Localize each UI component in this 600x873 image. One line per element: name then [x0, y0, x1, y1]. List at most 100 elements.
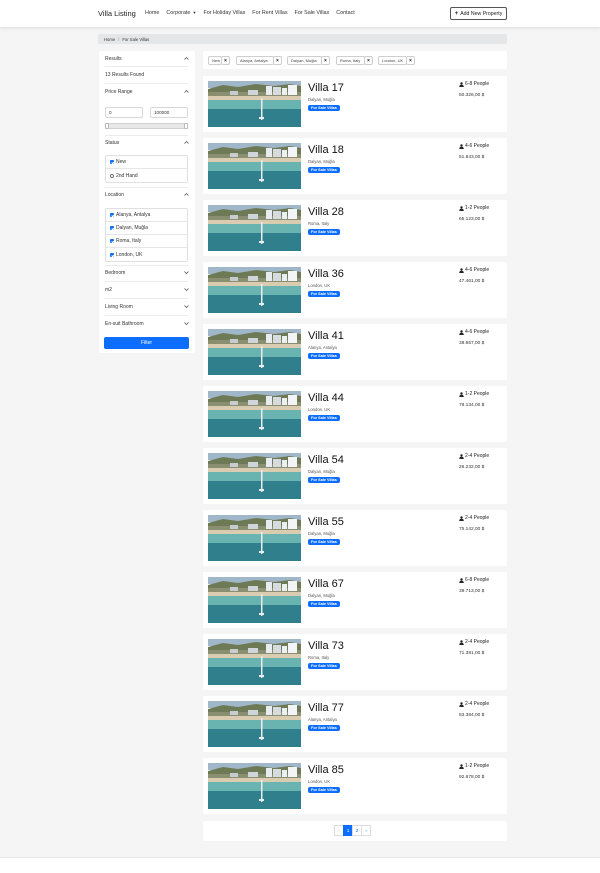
location-option[interactable]: Alanya, Antalya: [106, 209, 187, 222]
nav-home[interactable]: Home: [145, 10, 159, 16]
chevron-up-icon[interactable]: [184, 140, 189, 145]
villa-photo-image: [208, 81, 301, 127]
villa-card[interactable]: Villa 77 Alanya, Antalya For Sale Villas…: [203, 696, 507, 752]
villa-photo[interactable]: [208, 639, 301, 685]
villa-card[interactable]: Villa 54 Dalyan, Muğla For Sale Villas 2…: [203, 448, 507, 504]
chevron-up-icon[interactable]: [184, 192, 189, 197]
villa-card[interactable]: Villa 44 London, UK For Sale Villas 1-2 …: [203, 386, 507, 442]
villa-location: Alanya, Antalya: [308, 717, 337, 722]
villa-title[interactable]: Villa 77: [308, 702, 344, 714]
villa-photo[interactable]: [208, 763, 301, 809]
villa-title[interactable]: Villa 54: [308, 454, 344, 466]
location-option[interactable]: Roma, Italy: [106, 235, 187, 248]
checkbox-checked[interactable]: [110, 226, 114, 230]
chevron-up-icon[interactable]: [184, 56, 189, 61]
villa-title[interactable]: Villa 44: [308, 392, 344, 404]
location-option[interactable]: London, UK: [106, 248, 187, 261]
slider-handle-max[interactable]: [184, 123, 188, 129]
villa-title[interactable]: Villa 41: [308, 330, 344, 342]
checkbox-checked[interactable]: [110, 252, 114, 257]
villa-location: Roma, Italy: [308, 655, 330, 660]
chevron-down-icon[interactable]: [184, 304, 189, 309]
status-option-new[interactable]: New: [106, 156, 187, 169]
villa-title[interactable]: Villa 67: [308, 578, 344, 590]
villa-card[interactable]: Villa 67 Dalyan, Muğla For Sale Villas 6…: [203, 572, 507, 628]
chevron-up-icon[interactable]: [184, 89, 189, 94]
close-icon[interactable]: ×: [273, 56, 282, 65]
person-icon: [459, 453, 464, 459]
villa-photo[interactable]: [208, 515, 301, 561]
villa-title[interactable]: Villa 18: [308, 144, 344, 156]
bedroom-heading[interactable]: Bedroom: [105, 270, 125, 276]
villa-title[interactable]: Villa 28: [308, 206, 344, 218]
close-icon[interactable]: ×: [221, 56, 230, 65]
checkbox-checked[interactable]: [110, 160, 114, 164]
filter-chip: Roma, Italy ×: [336, 56, 373, 65]
villa-card[interactable]: Villa 55 Dalyan, Muğla For Sale Villas 2…: [203, 510, 507, 566]
villa-capacity-label: 4-6 People: [465, 329, 490, 335]
villa-capacity: 6-8 People: [459, 81, 489, 87]
villa-photo[interactable]: [208, 329, 301, 375]
villa-title[interactable]: Villa 55: [308, 516, 344, 528]
footer: [0, 857, 600, 873]
villa-card[interactable]: Villa 73 Roma, Italy For Sale Villas 2-4…: [203, 634, 507, 690]
nav-contact[interactable]: Contact: [336, 10, 355, 16]
nav-corporate[interactable]: Corporate ▼: [166, 10, 196, 16]
villa-photo[interactable]: [208, 701, 301, 747]
villa-photo-image: [208, 329, 301, 375]
villa-card[interactable]: Villa 41 Alanya, Antalya For Sale Villas…: [203, 324, 507, 380]
close-icon[interactable]: ×: [321, 56, 330, 65]
villa-photo[interactable]: [208, 391, 301, 437]
villa-price: 50.326,00 $: [459, 93, 485, 98]
villa-photo[interactable]: [208, 453, 301, 499]
villa-capacity: 4-6 People: [459, 329, 489, 335]
villa-title[interactable]: Villa 36: [308, 268, 344, 280]
nav-rent-villas[interactable]: For Rent Villas: [252, 10, 287, 16]
villa-card[interactable]: Villa 18 Dalyan, Muğla For Sale Villas 4…: [203, 138, 507, 194]
price-range-slider[interactable]: [105, 123, 188, 129]
breadcrumb-home[interactable]: Home: [104, 37, 115, 42]
villa-card[interactable]: Villa 85 London, UK For Sale Villas 1-2 …: [203, 758, 507, 814]
villa-title[interactable]: Villa 17: [308, 82, 344, 94]
villa-photo-image: [208, 515, 301, 561]
checkbox-checked[interactable]: [110, 239, 114, 243]
villa-photo[interactable]: [208, 143, 301, 189]
checkbox-checked[interactable]: [110, 213, 114, 217]
chevron-down-icon[interactable]: [184, 270, 189, 275]
close-icon[interactable]: ×: [364, 56, 373, 65]
chevron-down-icon[interactable]: [184, 287, 189, 292]
villa-card[interactable]: Villa 17 Dalyan, Muğla For Sale Villas 6…: [203, 76, 507, 132]
pagination-next[interactable]: ›: [361, 825, 371, 836]
status-option-second-hand[interactable]: 2nd Hand: [106, 169, 187, 182]
villa-photo[interactable]: [208, 81, 301, 127]
villa-photo[interactable]: [208, 577, 301, 623]
add-property-button[interactable]: + Add New Property: [450, 7, 507, 20]
chevron-down-icon[interactable]: [184, 321, 189, 326]
villa-card[interactable]: Villa 36 London, UK For Sale Villas 4-6 …: [203, 262, 507, 318]
nav-holiday-villas[interactable]: For Holiday Villas: [203, 10, 245, 16]
living-room-heading[interactable]: Living Room: [105, 304, 133, 310]
villa-card[interactable]: Villa 28 Roma, Italy For Sale Villas 1-2…: [203, 200, 507, 256]
villa-location: London, UK: [308, 407, 331, 412]
villa-photo-image: [208, 639, 301, 685]
en-suite-bathroom-heading[interactable]: En-suit Bathroom: [105, 321, 144, 327]
filter-button[interactable]: Filter: [104, 337, 189, 349]
villa-title[interactable]: Villa 85: [308, 764, 344, 776]
m2-heading[interactable]: m2: [105, 287, 112, 293]
brand-logo[interactable]: Villa Listing: [98, 9, 136, 18]
price-max-input[interactable]: 100000: [150, 107, 188, 118]
filter-chip: Alanya, Antalya ×: [236, 56, 282, 65]
location-option[interactable]: Dalyan, Muğla: [106, 222, 187, 235]
villa-capacity-label: 4-6 People: [465, 267, 490, 273]
villa-status-badge: For Sale Villas: [308, 167, 340, 173]
villa-location: Dalyan, Muğla: [308, 531, 335, 536]
slider-handle-min[interactable]: [105, 123, 109, 129]
villa-status-badge: For Sale Villas: [308, 291, 340, 297]
villa-photo[interactable]: [208, 205, 301, 251]
radio-unchecked[interactable]: [110, 173, 114, 178]
villa-title[interactable]: Villa 73: [308, 640, 344, 652]
price-min-input[interactable]: 0: [105, 107, 143, 118]
nav-sale-villas[interactable]: For Sale Villas: [295, 10, 330, 16]
villa-photo[interactable]: [208, 267, 301, 313]
close-icon[interactable]: ×: [406, 56, 415, 65]
